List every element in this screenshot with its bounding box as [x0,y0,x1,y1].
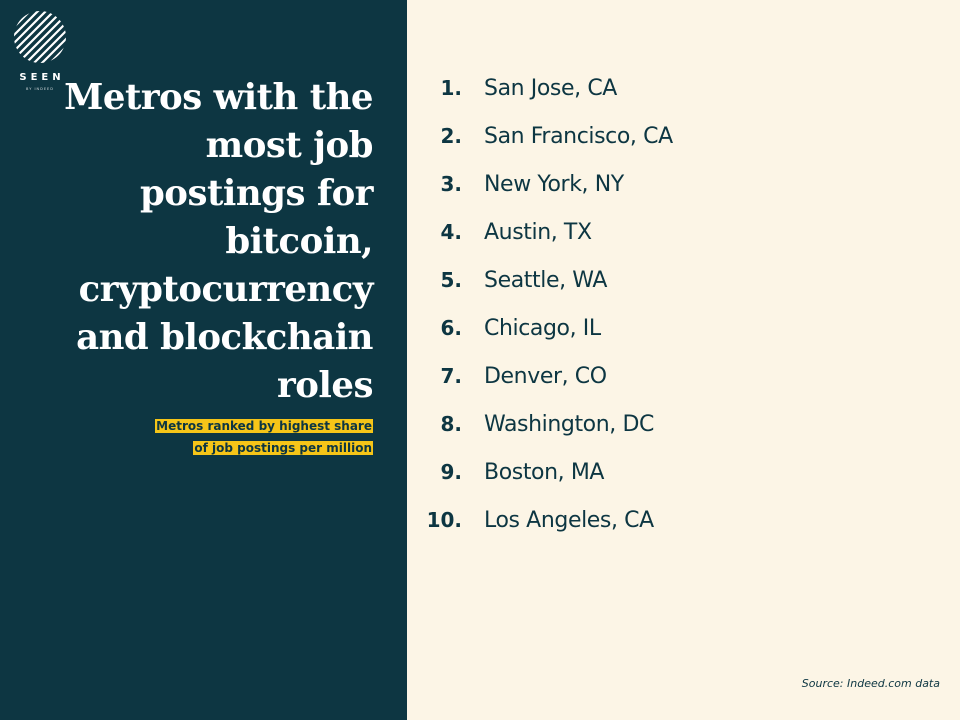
source-note: Source: Indeed.com data [801,677,940,690]
metro-name: New York, NY [484,171,624,197]
rank-number: 6. [440,316,462,340]
rank-number: 7. [440,364,462,388]
list-item: 6. Chicago, IL [420,304,940,352]
list-item: 4. Austin, TX [420,208,940,256]
subtitle-line-2: of job postings per million [193,441,373,455]
subtitle: Metros ranked by highest share of job po… [73,415,373,459]
list-item: 2. San Francisco, CA [420,112,940,160]
rank-number: 10. [426,508,462,532]
list-item: 8. Washington, DC [420,400,940,448]
page-title: Metros with the most job postings for bi… [64,77,373,406]
metro-name: Washington, DC [484,411,654,437]
metro-name: Los Angeles, CA [484,507,654,533]
rank-number: 1. [440,76,462,100]
list-item: 5. Seattle, WA [420,256,940,304]
metro-name: San Jose, CA [484,75,617,101]
metro-name: Austin, TX [484,219,592,245]
rank-number: 5. [440,268,462,292]
rank-number: 3. [440,172,462,196]
metro-name: San Francisco, CA [484,123,673,149]
metro-ranking-list: 1. San Jose, CA 2. San Francisco, CA 3. … [420,64,940,544]
title-panel: SEEN BY INDEED Metros with the most job … [0,0,407,720]
rank-number: 4. [440,220,462,244]
rank-number: 2. [440,124,462,148]
metro-name: Chicago, IL [484,315,601,341]
metro-name: Denver, CO [484,363,607,389]
list-item: 3. New York, NY [420,160,940,208]
list-item: 7. Denver, CO [420,352,940,400]
list-item: 10. Los Angeles, CA [420,496,940,544]
subtitle-line-1: Metros ranked by highest share [155,419,373,433]
metro-name: Seattle, WA [484,267,608,293]
list-item: 1. San Jose, CA [420,64,940,112]
rank-number: 9. [440,460,462,484]
metro-name: Boston, MA [484,459,605,485]
list-item: 9. Boston, MA [420,448,940,496]
rank-number: 8. [440,412,462,436]
striped-circle-logo-icon [14,11,66,63]
